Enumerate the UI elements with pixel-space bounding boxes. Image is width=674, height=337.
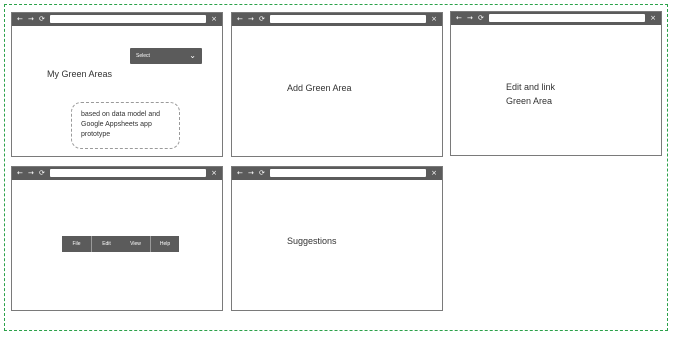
back-arrow-icon[interactable]: ← <box>17 168 23 179</box>
select-label: Select <box>136 53 150 59</box>
forward-arrow-icon[interactable]: → <box>28 14 34 25</box>
select-dropdown[interactable]: Select ⌄ <box>130 48 202 64</box>
address-bar[interactable] <box>50 15 206 23</box>
menu-item-file[interactable]: File <box>62 236 91 252</box>
chevron-down-icon: ⌄ <box>189 51 196 60</box>
reload-icon[interactable]: ⟳ <box>478 13 484 24</box>
annotation-note: based on data model and Google Appsheets… <box>71 102 180 149</box>
reload-icon[interactable]: ⟳ <box>259 14 265 25</box>
address-bar[interactable] <box>489 14 645 22</box>
note-text: based on data model and Google Appsheets… <box>81 111 161 138</box>
window-my-green-areas: ← → ⟳ × Select ⌄ My Green Areas based on… <box>11 12 223 157</box>
window-add-green-area: ← → ⟳ × Add Green Area <box>231 12 443 157</box>
page-title: Suggestions <box>287 236 337 246</box>
forward-arrow-icon[interactable]: → <box>467 13 473 24</box>
back-arrow-icon[interactable]: ← <box>456 13 462 24</box>
forward-arrow-icon[interactable]: → <box>28 168 34 179</box>
menu-bar: File Edit View Help <box>62 236 179 252</box>
close-icon[interactable]: × <box>210 168 218 179</box>
address-bar[interactable] <box>50 169 206 177</box>
browser-toolbar: ← → ⟳ × <box>451 12 661 25</box>
page-title-line1: Edit and link <box>506 82 556 92</box>
reload-icon[interactable]: ⟳ <box>39 14 45 25</box>
page-title: My Green Areas <box>47 69 113 79</box>
address-bar[interactable] <box>270 15 426 23</box>
window-edit-link: ← → ⟳ × Edit and link Green Area <box>450 11 662 156</box>
back-arrow-icon[interactable]: ← <box>237 14 243 25</box>
browser-toolbar: ← → ⟳ × <box>232 167 442 180</box>
window-suggestions: ← → ⟳ × Suggestions <box>231 166 443 311</box>
page-title-line2: Green Area <box>506 96 553 106</box>
close-icon[interactable]: × <box>430 14 438 25</box>
back-arrow-icon[interactable]: ← <box>237 168 243 179</box>
menu-item-view[interactable]: View <box>121 236 150 252</box>
forward-arrow-icon[interactable]: → <box>248 168 254 179</box>
forward-arrow-icon[interactable]: → <box>248 14 254 25</box>
close-icon[interactable]: × <box>649 13 657 24</box>
back-arrow-icon[interactable]: ← <box>17 14 23 25</box>
menu-item-edit[interactable]: Edit <box>91 236 121 252</box>
address-bar[interactable] <box>270 169 426 177</box>
menu-item-help[interactable]: Help <box>150 236 179 252</box>
browser-toolbar: ← → ⟳ × <box>12 13 222 26</box>
close-icon[interactable]: × <box>430 168 438 179</box>
page-title: Add Green Area <box>287 83 352 93</box>
reload-icon[interactable]: ⟳ <box>39 168 45 179</box>
browser-toolbar: ← → ⟳ × <box>232 13 442 26</box>
close-icon[interactable]: × <box>210 14 218 25</box>
reload-icon[interactable]: ⟳ <box>259 168 265 179</box>
window-menu: ← → ⟳ × File Edit View Help <box>11 166 223 311</box>
browser-toolbar: ← → ⟳ × <box>12 167 222 180</box>
